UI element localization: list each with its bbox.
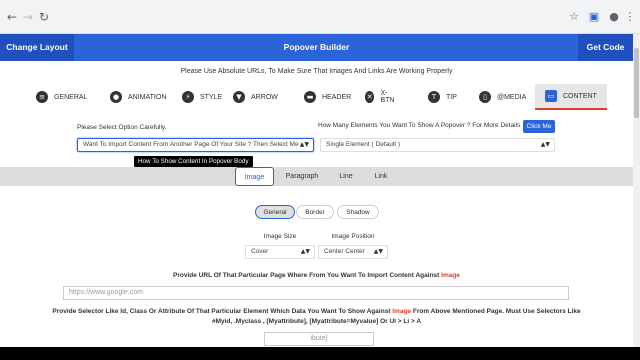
forward-icon[interactable]: →: [20, 9, 36, 25]
tab-media[interactable]: ▯ @MEDIA: [479, 84, 526, 110]
url-prompt: Provide URL Of That Particular Page Wher…: [0, 272, 633, 279]
chevron-down-icon: ▲▼: [373, 248, 383, 255]
menu-icon[interactable]: ⋮: [622, 9, 638, 25]
content-source-value: Want To Import Content From Another Page…: [83, 141, 299, 148]
reload-icon[interactable]: ↻: [36, 9, 52, 25]
url-notice: Please Use Absolute URLs, To Make Sure T…: [180, 68, 453, 75]
select-option-label: Please Select Option Carefully.: [77, 124, 167, 131]
tab-label: TIP: [446, 93, 457, 101]
account-icon[interactable]: ●: [606, 9, 622, 25]
pill-general[interactable]: General: [255, 205, 295, 219]
selector-input[interactable]: ibute]: [264, 332, 374, 346]
window-icon: ▭: [545, 90, 557, 102]
page-title: Popover Builder: [283, 42, 350, 52]
tab-x-btn[interactable]: ✕ X-BTN: [365, 84, 397, 110]
url-prompt-text: Provide URL Of That Particular Page Wher…: [173, 272, 442, 279]
subtab-image[interactable]: Image: [235, 167, 274, 186]
image-position-label: Image Position: [331, 233, 375, 240]
image-size-select[interactable]: Cover ▲▼: [245, 245, 315, 259]
tab-label: GENERAL: [54, 93, 88, 101]
bolt-icon: ⚡: [182, 91, 194, 103]
selector-prompt-text: Provide Selector Like Id, Class Or Attri…: [52, 308, 393, 315]
tab-header[interactable]: ▬ HEADER: [304, 84, 351, 110]
close-icon: ✕: [365, 91, 375, 103]
url-prompt-highlight: Image: [441, 272, 460, 279]
tab-label: STYLE: [200, 93, 223, 101]
tooltip: How To Show Content In Popover Body: [134, 156, 253, 167]
page-url-input[interactable]: https://www.google.com: [63, 286, 569, 300]
chevron-down-icon: ▲▼: [540, 141, 550, 148]
chevron-down-icon: ▲▼: [299, 141, 309, 148]
list-icon: ≡: [36, 91, 48, 103]
selector-prompt-highlight: Image: [392, 308, 412, 315]
tab-label: @MEDIA: [497, 93, 527, 101]
click-me-button[interactable]: Click Me: [523, 120, 555, 133]
screen: ← → ↻ ☆ ▣ ● ⋮ Popover Builder Change Lay…: [0, 0, 640, 347]
scrollbar[interactable]: [633, 34, 640, 347]
chevron-down-icon: ▲▼: [300, 248, 310, 255]
subtab-line[interactable]: Line: [334, 167, 358, 186]
tab-content[interactable]: ▭ CONTENT: [535, 84, 607, 110]
change-layout-button[interactable]: Change Layout: [0, 34, 74, 61]
selector-examples: #Myid, .Myclass , [Myattribute], [Myattr…: [211, 318, 422, 325]
extension-icon[interactable]: ▣: [586, 9, 602, 25]
subtab-paragraph[interactable]: Paragraph: [280, 167, 324, 186]
pill-shadow[interactable]: Shadow: [337, 205, 379, 219]
tab-label: ANIMATION: [128, 93, 167, 101]
subtab-link[interactable]: Link: [369, 167, 393, 186]
tab-label: X-BTN: [380, 90, 395, 104]
elements-count-label: How Many Elements You Want To Show A Pop…: [318, 122, 521, 129]
elements-count-value: Single Element ( Default ): [326, 141, 401, 148]
image-size-value: Cover: [251, 248, 269, 255]
get-code-button[interactable]: Get Code: [578, 34, 633, 61]
location-icon: ●: [110, 91, 122, 103]
mobile-icon: ▯: [479, 91, 491, 103]
pill-border[interactable]: Border: [296, 205, 334, 219]
tab-animation[interactable]: ● ANIMATION: [110, 84, 166, 110]
image-size-label: Image Size: [263, 233, 297, 240]
tab-tip[interactable]: T TIP: [428, 84, 457, 110]
selector-prompt-suffix: From Above Mentioned Page. Must Use Sele…: [411, 308, 581, 315]
tab-label: ARROW: [251, 93, 278, 101]
app-header: Popover Builder Change Layout Get Code: [0, 34, 633, 61]
scrollbar-thumb[interactable]: [634, 48, 639, 118]
content-source-select[interactable]: Want To Import Content From Another Page…: [77, 138, 314, 152]
back-icon[interactable]: ←: [4, 9, 20, 25]
tab-general[interactable]: ≡ GENERAL: [36, 84, 87, 110]
star-icon[interactable]: ☆: [566, 9, 582, 25]
car-icon: ▬: [304, 91, 316, 103]
tip-icon: T: [428, 91, 440, 103]
browser-toolbar: ← → ↻ ☆ ▣ ● ⋮: [0, 0, 640, 34]
caret-down-icon: ▼: [233, 91, 245, 103]
bottom-bar: [0, 347, 640, 360]
image-position-value: Center Center: [324, 248, 365, 255]
tab-label: HEADER: [322, 93, 352, 101]
tab-style[interactable]: ⚡ STYLE: [182, 84, 222, 110]
tab-arrow[interactable]: ▼ ARROW: [233, 84, 278, 110]
elements-count-select[interactable]: Single Element ( Default ) ▲▼: [320, 138, 555, 152]
selector-prompt: Provide Selector Like Id, Class Or Attri…: [0, 308, 633, 315]
image-position-select[interactable]: Center Center ▲▼: [318, 245, 388, 259]
tab-label: CONTENT: [563, 92, 597, 100]
